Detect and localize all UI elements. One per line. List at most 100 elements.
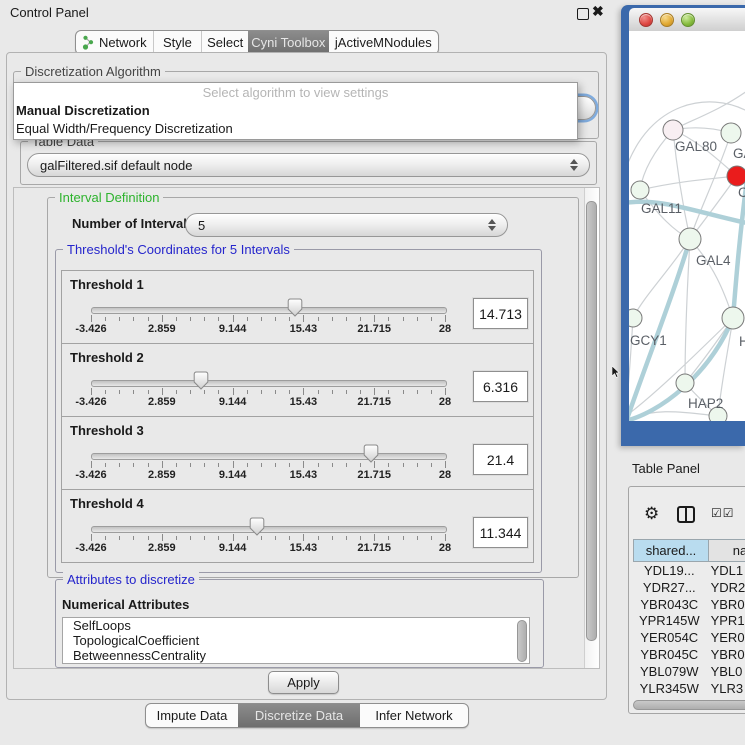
slider-tick xyxy=(148,536,149,540)
num-intervals-combobox[interactable]: 5 xyxy=(185,213,508,237)
table-row[interactable]: YBR045CYBR0 xyxy=(633,646,745,663)
slider-tick xyxy=(190,463,191,467)
tab-style[interactable]: Style xyxy=(153,31,202,54)
column-header-shared-name[interactable]: shared... xyxy=(633,539,709,562)
slider-track[interactable] xyxy=(91,453,447,460)
network-node[interactable] xyxy=(631,181,649,199)
slider-thumb[interactable] xyxy=(193,371,209,390)
network-graph: GAL80GACGAL11GAL4GCY1HHAP2 xyxy=(629,31,745,421)
tab-impute-data[interactable]: Impute Data xyxy=(146,704,238,727)
dropdown-option-equal-width[interactable]: Equal Width/Frequency Discretization xyxy=(14,120,577,137)
table-panel-title: Table Panel xyxy=(632,461,700,476)
list-item[interactable]: TopologicalCoefficient xyxy=(63,633,529,648)
slider-tick xyxy=(388,317,389,321)
network-edge[interactable] xyxy=(690,239,733,318)
slider-tick xyxy=(289,390,290,394)
slider-tick xyxy=(289,536,290,540)
minimize-traffic-light-icon[interactable] xyxy=(660,13,674,27)
apply-button[interactable]: Apply xyxy=(268,671,339,694)
network-node[interactable] xyxy=(727,166,745,186)
checkbox-checked-icons[interactable]: ☑☑ xyxy=(711,506,735,520)
slider-track[interactable] xyxy=(91,526,447,533)
cell-shared-name: YPR145W xyxy=(633,613,706,628)
table-row[interactable]: YER054CYER0 xyxy=(633,629,745,646)
tab-cyni-toolbox[interactable]: Cyni Toolbox xyxy=(248,31,329,54)
slider-thumb[interactable] xyxy=(249,517,265,536)
horizontal-scrollbar-thumb[interactable] xyxy=(633,700,745,710)
table-row[interactable]: YDR27...YDR2 xyxy=(633,579,745,596)
table-data-combobox[interactable]: galFiltered.sif default node xyxy=(27,153,590,177)
network-edge[interactable] xyxy=(640,176,737,190)
network-window-titlebar[interactable] xyxy=(629,8,745,32)
slider-tick-label: -3.426 xyxy=(66,323,116,335)
slider-tick xyxy=(105,317,106,321)
table-row[interactable]: YBL079WYBL0 xyxy=(633,663,745,680)
settings-gear-icon[interactable]: ⚙ xyxy=(644,504,659,524)
network-node-label: C xyxy=(738,185,745,200)
table-row[interactable]: YBR043CYBR0 xyxy=(633,596,745,613)
slider-tick xyxy=(233,534,234,541)
slider-thumb[interactable] xyxy=(363,444,379,463)
tab-select[interactable]: Select xyxy=(201,31,248,54)
slider-tick-label: 15.43 xyxy=(278,396,328,408)
slider-tick xyxy=(162,461,163,468)
close-icon[interactable]: ✖ xyxy=(592,3,604,20)
cell-name: YPR1 xyxy=(706,613,745,628)
network-view-window[interactable]: GAL80GACGAL11GAL4GCY1HHAP2 xyxy=(621,5,745,446)
threshold-value-box[interactable]: 11.344 xyxy=(473,517,528,548)
zoom-traffic-light-icon[interactable] xyxy=(681,13,695,27)
close-traffic-light-icon[interactable] xyxy=(639,13,653,27)
threshold-value-box[interactable]: 14.713 xyxy=(473,298,528,329)
list-item[interactable]: SelfLoops xyxy=(63,618,529,633)
tab-infer-network[interactable]: Infer Network xyxy=(360,704,468,727)
slider-thumb[interactable] xyxy=(287,298,303,317)
slider-tick xyxy=(105,390,106,394)
slider-tick xyxy=(374,534,375,541)
table-row[interactable]: YPR145WYPR1 xyxy=(633,612,745,629)
network-node[interactable] xyxy=(663,120,683,140)
threshold-label: Threshold 3 xyxy=(70,423,144,438)
network-node[interactable] xyxy=(679,228,701,250)
cell-name: YER0 xyxy=(706,630,745,645)
slider-tick xyxy=(91,388,92,395)
network-canvas[interactable]: GAL80GACGAL11GAL4GCY1HHAP2 xyxy=(629,31,745,421)
slider-tick xyxy=(417,390,418,394)
slider-tick xyxy=(204,536,205,540)
network-node[interactable] xyxy=(722,307,744,329)
slider-tick xyxy=(176,390,177,394)
network-node[interactable] xyxy=(676,374,694,392)
slider-track[interactable] xyxy=(91,380,447,387)
slider-tick-label: 28 xyxy=(420,396,470,408)
tab-discretize-data[interactable]: Discretize Data xyxy=(238,704,360,727)
list-scrollbar-thumb[interactable] xyxy=(517,620,527,662)
mouse-cursor xyxy=(612,366,621,379)
threshold-value-box[interactable]: 21.4 xyxy=(473,444,528,475)
slider-tick xyxy=(346,317,347,321)
list-item[interactable]: BetweennessCentrality xyxy=(63,648,529,663)
network-node[interactable] xyxy=(629,309,642,327)
tab-label: Style xyxy=(163,35,192,50)
slider-tick xyxy=(162,388,163,395)
slider-tick xyxy=(417,317,418,321)
tab-jactivemnodules[interactable]: jActiveMNodules xyxy=(329,31,438,54)
dropdown-option-manual[interactable]: Manual Discretization xyxy=(14,102,577,120)
network-node[interactable] xyxy=(721,123,741,143)
network-edge[interactable] xyxy=(633,239,690,318)
table-row[interactable]: YLR345WYLR3 xyxy=(633,680,745,697)
network-edge[interactable] xyxy=(685,318,733,383)
column-header-name[interactable]: name xyxy=(708,539,745,562)
slider-track[interactable] xyxy=(91,307,447,314)
tab-network[interactable]: Network xyxy=(76,31,153,54)
vertical-scrollbar-thumb[interactable] xyxy=(586,201,597,641)
split-columns-icon[interactable] xyxy=(677,506,695,523)
slider-tick xyxy=(275,463,276,467)
numerical-attributes-list[interactable]: SelfLoopsTopologicalCoefficientBetweenne… xyxy=(62,617,530,664)
slider-tick xyxy=(148,317,149,321)
threshold-value-box[interactable]: 6.316 xyxy=(473,371,528,402)
cell-name: YDL1 xyxy=(706,563,745,578)
float-window-icon[interactable] xyxy=(577,8,589,20)
table-row[interactable]: YDL19...YDL1 xyxy=(633,562,745,579)
slider-tick xyxy=(303,461,304,468)
slider-tick xyxy=(275,390,276,394)
network-edge[interactable] xyxy=(690,176,737,239)
